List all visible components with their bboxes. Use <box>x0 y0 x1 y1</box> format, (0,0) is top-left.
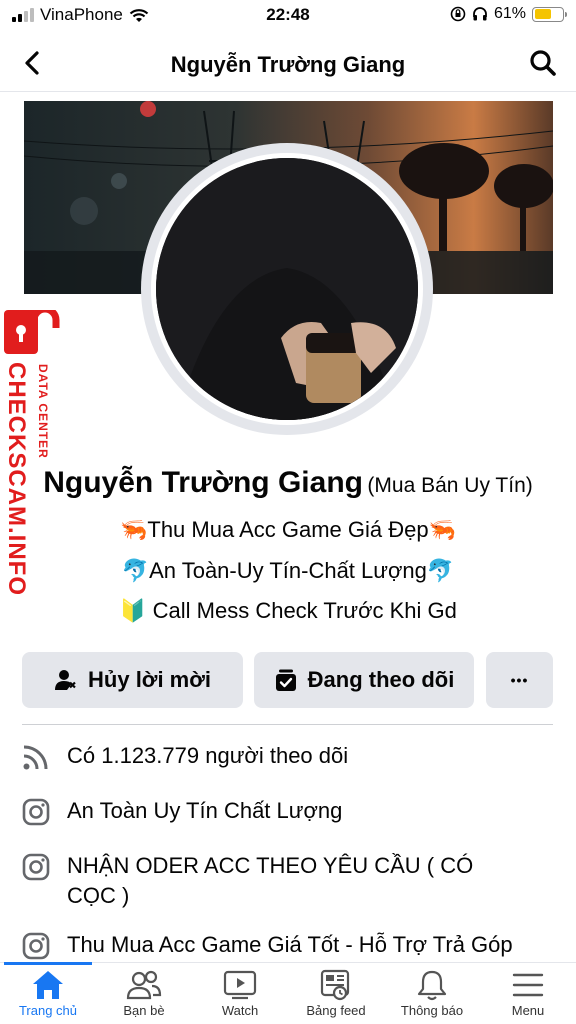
nav-header: Nguyễn Trường Giang <box>0 36 576 92</box>
following-label: Đang theo dõi <box>307 667 455 692</box>
tab-bar: Trang chủ Bạn bè Watch Bảng feed Thông b… <box>0 962 576 1024</box>
instagram-icon <box>22 932 50 960</box>
friends-icon <box>126 970 162 1000</box>
status-right: 61% <box>450 5 567 23</box>
page-title: Nguyễn Trường Giang <box>170 52 406 77</box>
tab-menu[interactable]: Menu <box>480 969 576 1024</box>
detail-text: Có 1.123.779 người theo dõi <box>67 743 349 768</box>
tab-label: Menu <box>511 1003 545 1018</box>
bio-line-2: 🐬An Toàn-Uy Tín-Chất Lượng🐬 <box>121 558 455 583</box>
instagram-icon <box>22 853 50 881</box>
battery-icon <box>532 6 567 22</box>
tab-friends[interactable]: Bạn bè <box>96 969 192 1024</box>
profile-alternate-name: (Mua Bán Uy Tín) <box>367 474 533 497</box>
bell-icon <box>417 970 447 1001</box>
tab-watch[interactable]: Watch <box>192 969 288 1024</box>
following-check-icon <box>275 669 296 691</box>
battery-percent: 61% <box>493 5 526 22</box>
divider <box>22 724 553 725</box>
detail-text: NHẬN ODER ACC THEO YÊU CẦU ( CÓ CỌC ) <box>67 853 474 908</box>
tab-label: Bảng feed <box>306 1003 366 1018</box>
more-icon: ••• <box>510 672 529 688</box>
profile-avatar[interactable] <box>141 143 433 435</box>
search-icon[interactable] <box>528 48 558 78</box>
detail-text: Thu Mua Acc Game Giá Tốt - Hỗ Trợ Trả Gó… <box>67 932 513 957</box>
status-bar: VinaPhone 22:48 61% <box>0 0 576 30</box>
detail-text: An Toàn Uy Tín Chất Lượng <box>67 798 343 823</box>
following-button[interactable]: Đang theo dõi <box>254 652 474 708</box>
active-tab-indicator <box>4 962 92 965</box>
more-button[interactable]: ••• <box>486 652 553 708</box>
feed-icon <box>320 969 350 1001</box>
watermark-sub: DATA CENTER <box>36 364 50 459</box>
detail-instagram-3[interactable]: Thu Mua Acc Game Giá Tốt - Hỗ Trợ Trả Gó… <box>22 930 553 960</box>
detail-instagram-2[interactable]: NHẬN ODER ACC THEO YÊU CẦU ( CÓ CỌC ) <box>22 851 553 911</box>
detail-instagram-1[interactable]: An Toàn Uy Tín Chất Lượng <box>22 796 553 826</box>
tab-notifications[interactable]: Thông báo <box>384 969 480 1024</box>
cancel-request-button[interactable]: Hủy lời mời <box>22 652 243 708</box>
battery-fill <box>534 9 551 19</box>
detail-followers: Có 1.123.779 người theo dõi <box>22 741 553 771</box>
tab-label: Bạn bè <box>123 1003 165 1018</box>
tab-feed[interactable]: Bảng feed <box>288 969 384 1024</box>
profile-actions: Hủy lời mời Đang theo dõi ••• <box>22 652 553 708</box>
instagram-icon <box>22 798 50 826</box>
tab-label: Watch <box>221 1003 259 1018</box>
profile-name: Nguyễn Trường Giang (Mua Bán Uy Tín) <box>0 466 576 500</box>
tab-label: Trang chủ <box>18 1003 78 1018</box>
profile-name-text: Nguyễn Trường Giang <box>43 466 363 499</box>
person-cancel-icon <box>55 670 76 690</box>
orientation-lock-icon <box>450 6 466 22</box>
watch-icon <box>223 970 257 1000</box>
home-icon <box>33 971 63 999</box>
cancel-request-label: Hủy lời mời <box>88 667 211 692</box>
menu-icon <box>512 973 544 997</box>
bio-line-1: 🦐Thu Mua Acc Game Giá Đẹp🦐 <box>119 517 456 542</box>
bio-line-3: 🔰 Call Mess Check Trước Khi Gd <box>119 598 457 623</box>
rss-icon <box>23 745 48 770</box>
tab-home[interactable]: Trang chủ <box>0 969 96 1024</box>
avatar-photo <box>156 158 418 420</box>
tab-label: Thông báo <box>400 1003 464 1018</box>
headphones-icon <box>473 7 487 21</box>
avatar-ring <box>151 153 423 425</box>
lock-icon <box>4 310 60 354</box>
